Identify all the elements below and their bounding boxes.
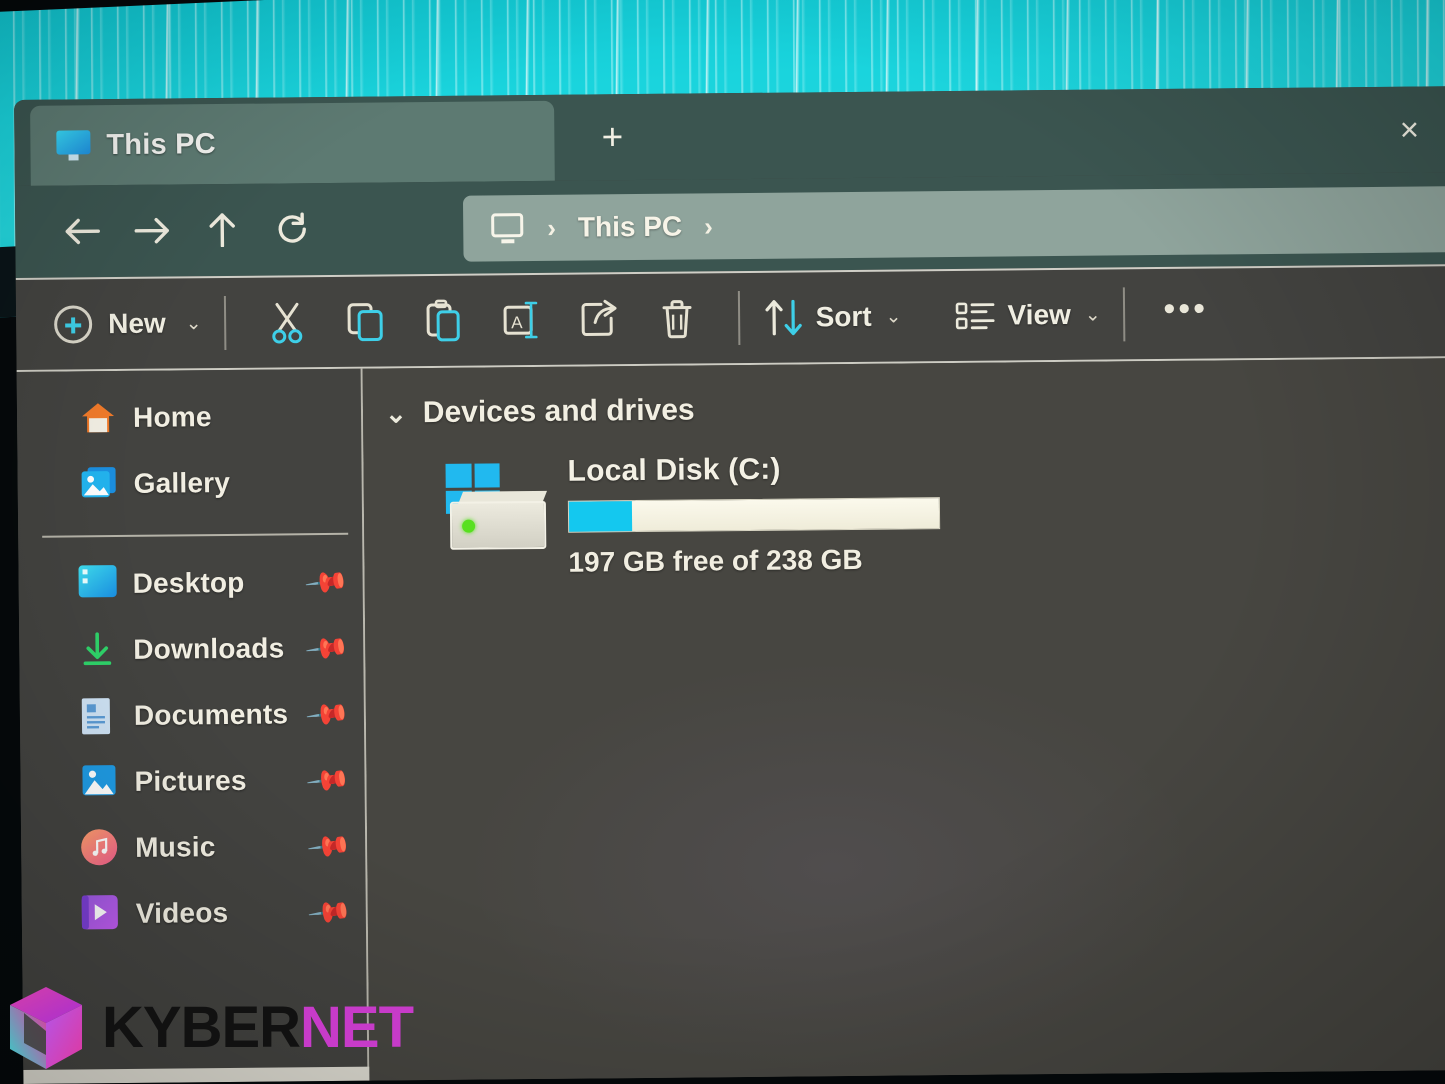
plus-icon	[53, 305, 93, 344]
sidebar-item-documents[interactable]: Documents 📌	[20, 681, 365, 750]
home-icon	[79, 399, 117, 437]
sidebar-item-downloads[interactable]: Downloads 📌	[19, 615, 364, 684]
desktop-icon	[78, 565, 117, 603]
sidebar-item-music[interactable]: Music 📌	[21, 813, 366, 882]
monitor-bezel-top	[0, 0, 1445, 17]
ellipsis-icon: •••	[1163, 289, 1209, 328]
breadcrumb-this-pc[interactable]: This PC	[578, 211, 683, 244]
share-button[interactable]	[559, 288, 638, 351]
copy-button[interactable]	[325, 290, 404, 353]
pin-icon[interactable]: 📌	[306, 888, 354, 935]
sidebar-item-pictures[interactable]: Pictures 📌	[20, 747, 365, 816]
sort-button[interactable]: Sort ⌄	[761, 296, 902, 337]
cut-button[interactable]	[247, 291, 326, 354]
navigation-bar: › This PC ›	[14, 172, 1445, 278]
title-bar: This PC × +	[14, 86, 1445, 186]
chevron-down-icon: ⌄	[885, 305, 902, 328]
videos-icon	[81, 895, 120, 933]
delete-button[interactable]	[637, 287, 716, 350]
chevron-down-icon: ⌄	[1084, 304, 1101, 326]
new-button[interactable]: New ⌄	[53, 293, 202, 354]
sidebar-label: Pictures	[134, 764, 247, 797]
refresh-button[interactable]	[257, 198, 328, 261]
forward-button[interactable]	[117, 199, 188, 262]
view-button[interactable]: View ⌄	[953, 296, 1101, 335]
new-tab-button[interactable]: +	[590, 115, 634, 159]
svg-text:A: A	[511, 313, 523, 332]
downloads-icon	[79, 631, 117, 669]
sidebar-item-videos[interactable]: Videos 📌	[22, 879, 367, 948]
file-list-pane[interactable]: ⌄ Devices and drives Local Disk (C:) 197…	[362, 358, 1445, 1081]
drive-name: Local Disk (C:)	[567, 452, 781, 488]
see-more-button[interactable]: •••	[1146, 282, 1225, 345]
sidebar-divider	[42, 532, 349, 538]
sidebar-label: Documents	[133, 698, 289, 731]
this-pc-icon	[491, 213, 525, 244]
sidebar-label: Desktop	[132, 566, 245, 599]
pin-icon[interactable]: 📌	[305, 690, 353, 737]
sidebar-label: Downloads	[133, 632, 285, 665]
group-title: Devices and drives	[422, 393, 695, 430]
back-button[interactable]	[47, 200, 118, 263]
music-icon	[81, 829, 119, 867]
drive-details: Local Disk (C:) 197 GB free of 238 GB	[567, 451, 941, 579]
sort-button-label: Sort	[815, 300, 872, 333]
status-bar	[23, 1066, 372, 1084]
rename-button[interactable]: A	[481, 289, 560, 352]
navigation-pane: Home Gallery Desktop 📌 Downloads 📌 Docum…	[16, 368, 372, 1084]
pin-icon[interactable]: 📌	[305, 756, 353, 803]
tab-this-pc[interactable]: This PC	[30, 100, 555, 186]
drive-item-local-disk-c[interactable]: Local Disk (C:) 197 GB free of 238 GB	[445, 446, 1445, 580]
gallery-icon	[80, 465, 118, 503]
pin-icon[interactable]: 📌	[304, 624, 352, 671]
file-explorer-window: This PC × + › This PC › New ⌄ A Sort ⌄ V…	[14, 86, 1445, 1084]
tab-label: This PC	[106, 127, 216, 161]
view-button-label: View	[1007, 298, 1071, 331]
drive-usage-bar	[567, 497, 941, 533]
drive-capacity-text: 197 GB free of 238 GB	[568, 543, 863, 578]
toolbar-divider-3	[1122, 287, 1126, 342]
this-pc-icon	[56, 130, 91, 161]
window-body: Home Gallery Desktop 📌 Downloads 📌 Docum…	[16, 356, 1445, 1084]
documents-icon	[80, 697, 118, 735]
breadcrumb-separator-2[interactable]: ›	[704, 211, 713, 242]
drive-usage-fill	[568, 501, 633, 532]
chevron-down-icon[interactable]: ⌄	[385, 398, 407, 429]
devices-and-drives-group-header[interactable]: ⌄ Devices and drives	[385, 386, 1445, 430]
sidebar-label: Home	[132, 401, 212, 433]
pin-icon[interactable]: 📌	[306, 822, 354, 869]
close-tab-button[interactable]: ×	[1388, 108, 1430, 150]
sidebar-label: Videos	[135, 896, 229, 929]
local-disk-icon	[445, 463, 551, 550]
breadcrumb-separator: ›	[547, 212, 557, 243]
new-button-label: New	[108, 307, 166, 340]
command-bar: New ⌄ A Sort ⌄ View ⌄ •••	[15, 264, 1445, 370]
paste-button[interactable]	[403, 290, 482, 353]
screen-photo: This PC × + › This PC › New ⌄ A Sort ⌄ V…	[0, 0, 1445, 1084]
sidebar-item-gallery[interactable]: Gallery	[17, 449, 362, 518]
toolbar-divider-2	[737, 291, 740, 346]
toolbar-divider	[223, 295, 226, 350]
address-bar[interactable]: › This PC ›	[462, 186, 1445, 262]
chevron-down-icon: ⌄	[185, 312, 202, 334]
sidebar-item-home[interactable]: Home	[17, 383, 362, 452]
pin-icon[interactable]: 📌	[303, 558, 351, 605]
pictures-icon	[80, 763, 118, 801]
sidebar-item-desktop[interactable]: Desktop 📌	[18, 549, 363, 618]
sidebar-label: Gallery	[133, 466, 231, 499]
sidebar-label: Music	[135, 831, 216, 863]
up-button[interactable]	[187, 199, 258, 262]
